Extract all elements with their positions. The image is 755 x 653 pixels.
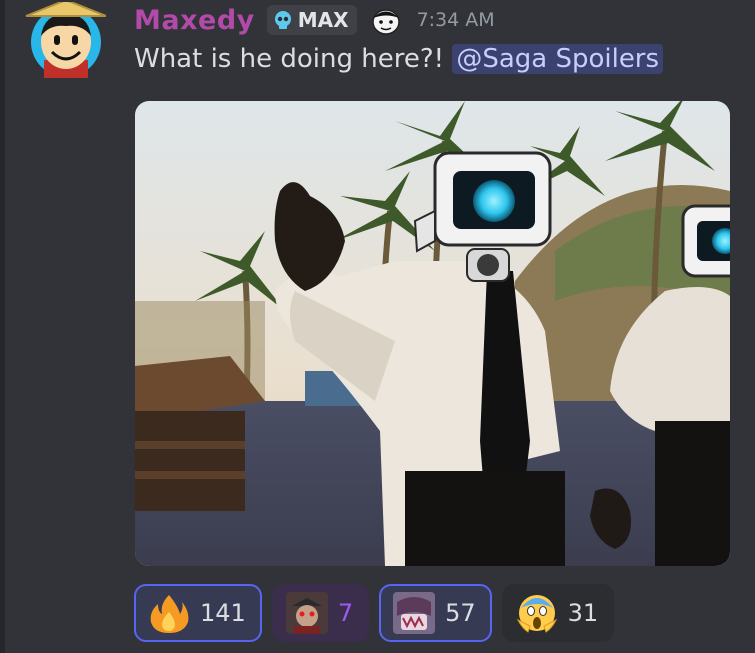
user-avatar[interactable] [22, 0, 107, 78]
message-content: What is he doing here?! @Saga Spoilers [134, 44, 664, 74]
username[interactable]: Maxedy [134, 5, 255, 36]
reaction-count: 31 [567, 599, 599, 627]
reaction-count: 141 [200, 599, 246, 627]
server-tag-label: MAX [297, 8, 349, 32]
custom-avatar-icon [285, 592, 328, 634]
role-mention[interactable]: @Saga Spoilers [452, 44, 664, 74]
skull-icon [274, 11, 291, 29]
server-tag[interactable]: MAX [266, 5, 357, 35]
reaction-count: 7 [337, 599, 354, 627]
reaction-screaming-face[interactable]: 31 [501, 584, 615, 642]
left-edge-bar [0, 0, 5, 653]
reaction-fire[interactable]: 141 [134, 584, 262, 642]
reaction-count: 57 [445, 599, 476, 627]
image-attachment[interactable] [135, 101, 730, 566]
reaction-custom-creature[interactable]: 57 [379, 584, 492, 642]
role-face-icon [371, 9, 400, 35]
message-header: Maxedy MAX 7:34 AM [134, 0, 495, 40]
custom-creature-icon [393, 592, 436, 634]
fire-icon [150, 595, 189, 633]
message-timestamp: 7:34 AM [416, 9, 495, 31]
reaction-custom-avatar[interactable]: 7 [271, 584, 370, 642]
reactions-bar: 141 7 57 31 [134, 584, 615, 642]
screaming-face-icon [516, 595, 557, 633]
message-text: What is he doing here?! [134, 44, 445, 74]
